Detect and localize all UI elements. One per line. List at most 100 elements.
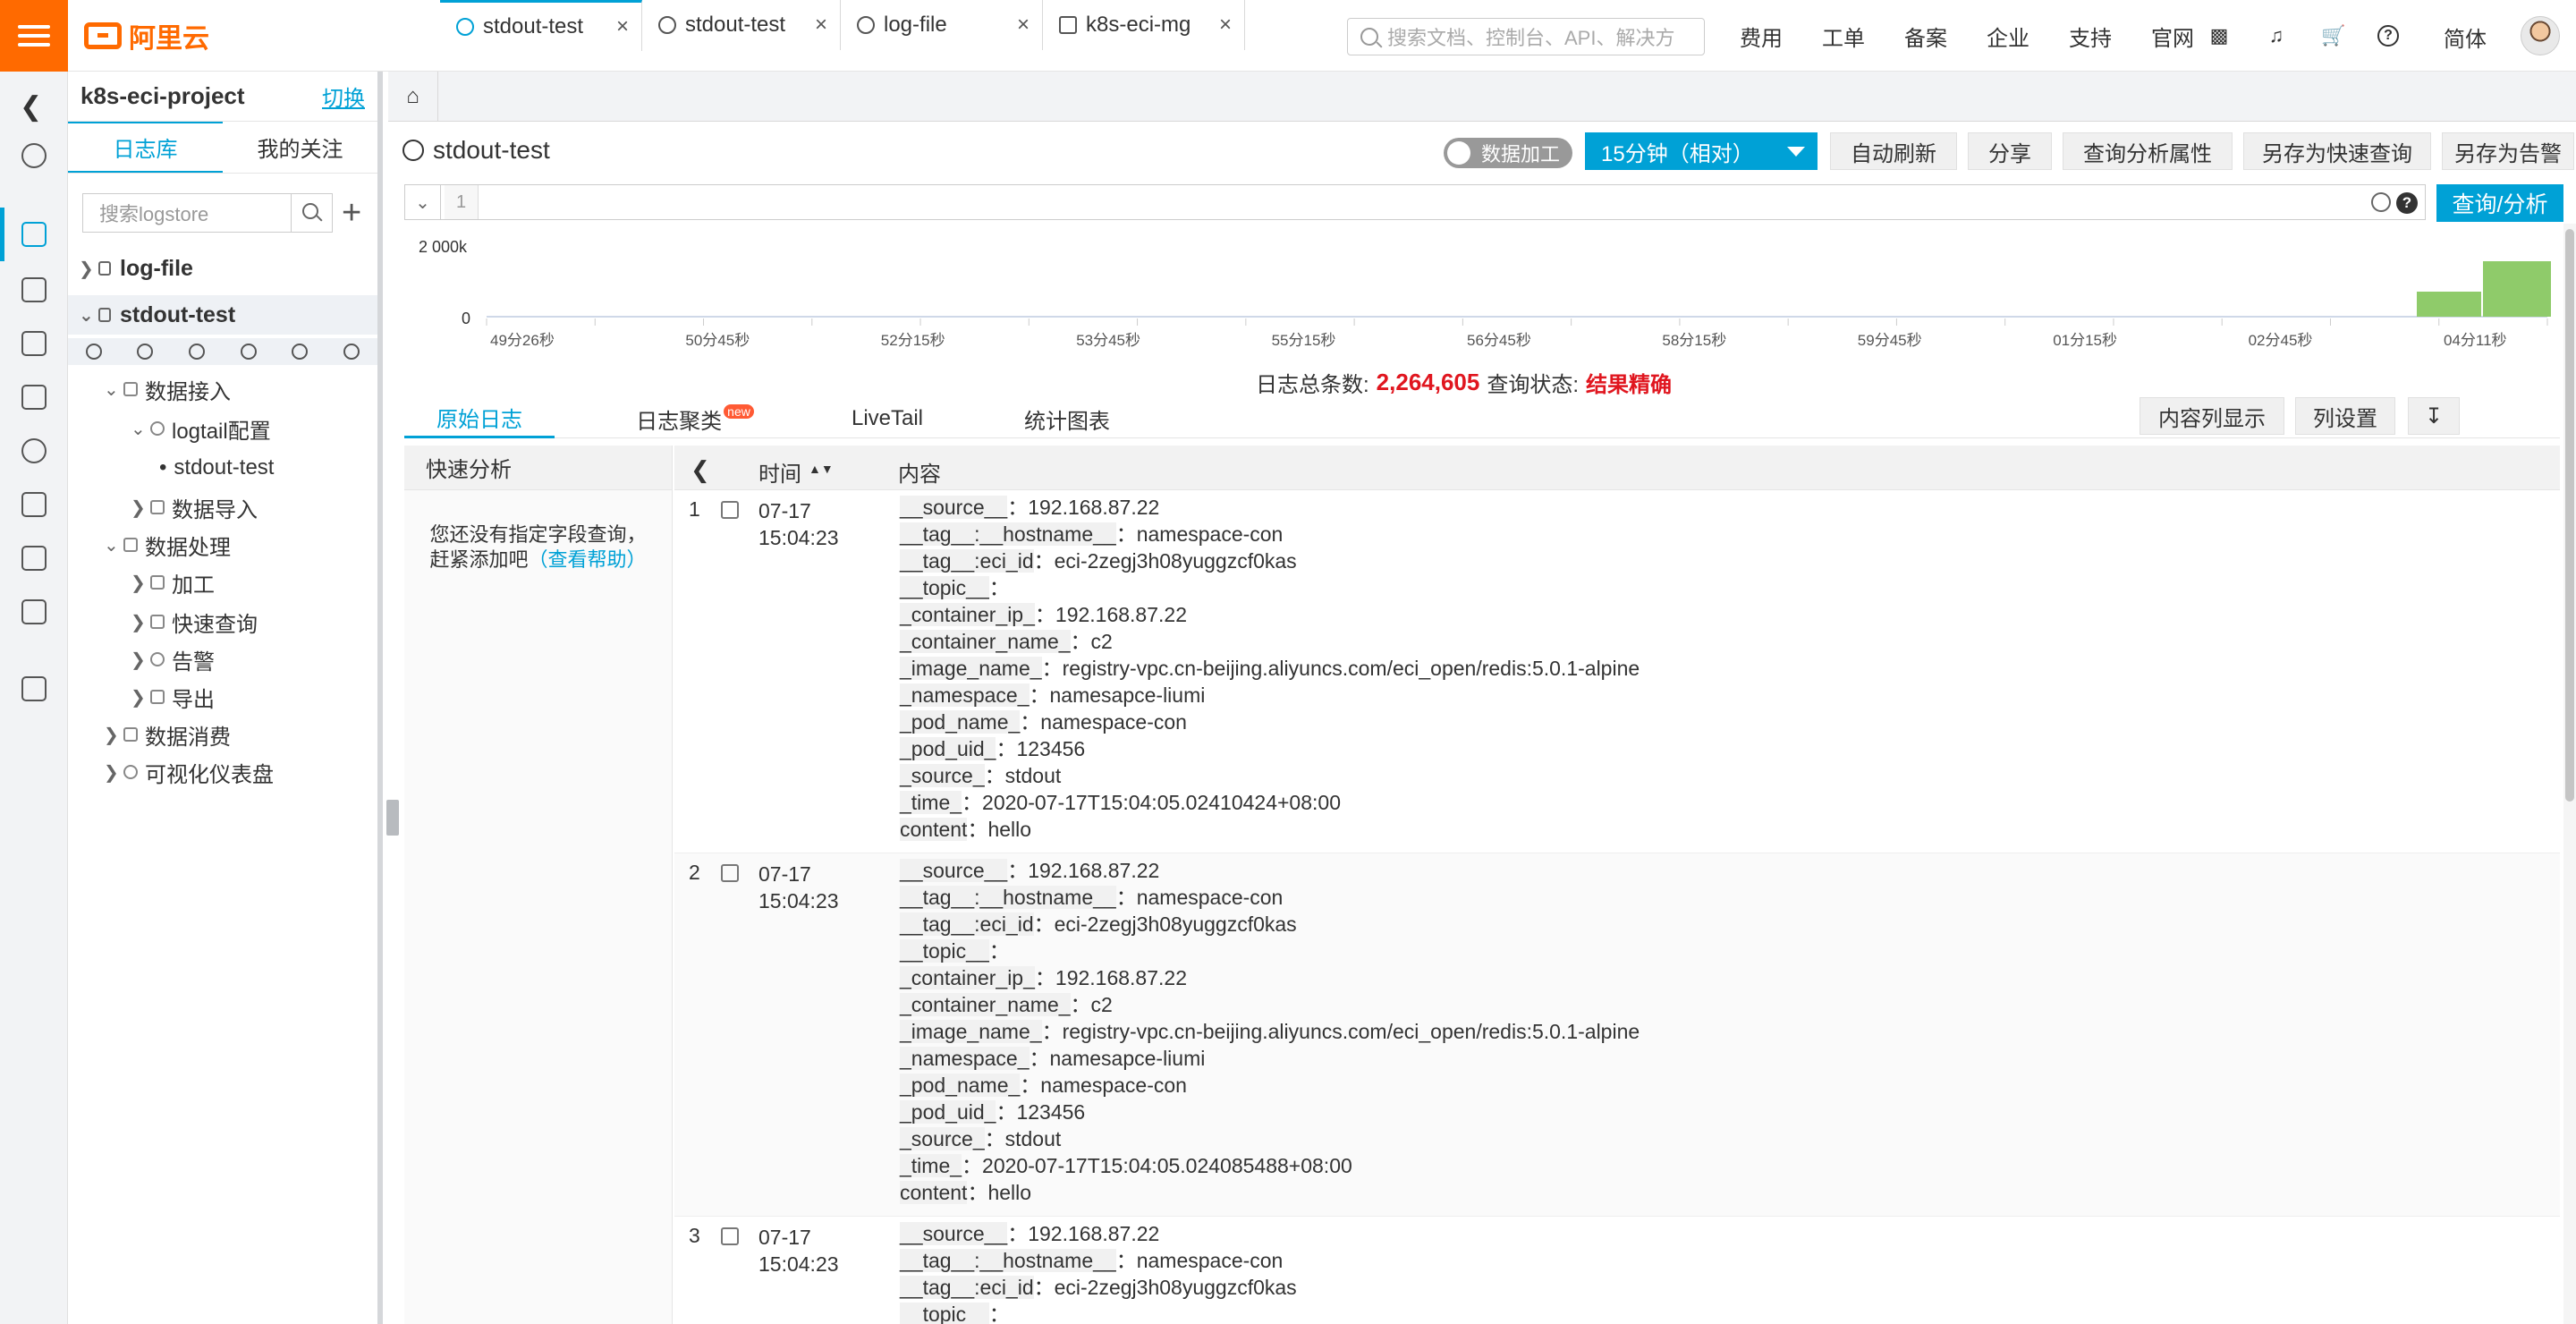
gauge-icon[interactable] bbox=[292, 344, 309, 360]
histogram-bar[interactable] bbox=[2483, 261, 2551, 317]
help-icon[interactable]: ? bbox=[2377, 25, 2399, 47]
log-field-value[interactable]: namespace-con bbox=[1137, 1249, 1284, 1272]
log-field-value[interactable]: c2 bbox=[1091, 993, 1113, 1016]
tree-item-dashboard[interactable]: ❯ 可视化仪表盘 bbox=[68, 753, 377, 791]
log-field-value[interactable]: 192.168.87.22 bbox=[1028, 1222, 1159, 1245]
tree-item-consume[interactable]: ❯ 数据消费 bbox=[68, 716, 377, 753]
log-field-value[interactable]: 192.168.87.22 bbox=[1028, 496, 1159, 519]
tree-item-processing[interactable]: ⌄ 数据处理 bbox=[68, 526, 377, 564]
column-settings-button[interactable]: 列设置 bbox=[2295, 397, 2395, 435]
logstore-icon[interactable] bbox=[21, 222, 47, 247]
tab-livetail[interactable]: LiveTail bbox=[825, 399, 950, 438]
tree-item-export[interactable]: ❯ 导出 bbox=[68, 678, 377, 716]
edit-icon[interactable] bbox=[137, 344, 154, 360]
top-nav-billing[interactable]: 费用 bbox=[1740, 21, 1783, 52]
log-field-value[interactable]: eci-2zegj3h08yuggzcf0kas bbox=[1055, 1276, 1297, 1299]
log-field-key[interactable]: _namespace_ bbox=[900, 1047, 1030, 1070]
top-nav-enterprise[interactable]: 企业 bbox=[1987, 21, 2029, 52]
top-nav-support[interactable]: 支持 bbox=[2069, 21, 2112, 52]
sort-icon[interactable]: ▲▼ bbox=[809, 462, 834, 476]
collapse-panel-icon[interactable]: ❮ bbox=[691, 456, 710, 484]
trash-icon[interactable] bbox=[343, 344, 360, 360]
download-button[interactable]: ↧ bbox=[2408, 397, 2460, 435]
log-field-key[interactable]: _namespace_ bbox=[900, 683, 1030, 707]
column-display-button[interactable]: 内容列显示 bbox=[2140, 397, 2284, 435]
context-view-icon[interactable] bbox=[721, 1227, 739, 1245]
log-field-value[interactable]: eci-2zegj3h08yuggzcf0kas bbox=[1055, 549, 1297, 573]
log-field-value[interactable]: 2020-07-17T15:04:05.02410424+08:00 bbox=[982, 791, 1341, 814]
terminal-icon[interactable]: ▩ bbox=[2206, 22, 2233, 49]
pie-chart-icon[interactable] bbox=[21, 438, 47, 463]
brand-logo[interactable]: 阿里云 bbox=[84, 16, 209, 55]
tab-logstores[interactable]: 日志库 bbox=[68, 122, 223, 173]
close-icon[interactable]: × bbox=[1017, 13, 1030, 38]
help-icon[interactable]: ? bbox=[2396, 192, 2418, 214]
log-field-key[interactable]: _pod_uid_ bbox=[900, 1100, 996, 1124]
add-logstore-button[interactable]: + bbox=[342, 193, 361, 233]
close-icon[interactable]: × bbox=[616, 14, 629, 39]
cart-icon[interactable]: 🛒 bbox=[2320, 22, 2347, 49]
scrollbar[interactable] bbox=[2563, 224, 2576, 1324]
tree-item-transform[interactable]: ❯ 加工 bbox=[68, 564, 377, 601]
log-field-value[interactable]: registry-vpc.cn-beijing.aliyuncs.com/eci… bbox=[1063, 1020, 1640, 1043]
tab-log-file[interactable]: log-file × bbox=[841, 0, 1043, 50]
log-field-value[interactable]: hello bbox=[987, 1181, 1031, 1204]
tab-stdout-test-query[interactable]: stdout-test × bbox=[440, 0, 642, 51]
log-field-key[interactable]: __tag__:__hostname__ bbox=[900, 886, 1116, 909]
log-field-key[interactable]: __tag__:eci_id bbox=[900, 549, 1034, 573]
column-header-time[interactable]: 时间 bbox=[758, 456, 801, 488]
log-field-value[interactable]: stdout bbox=[1005, 1127, 1062, 1150]
log-field-value[interactable]: namespace-con bbox=[1137, 522, 1284, 546]
log-field-key[interactable]: content bbox=[900, 818, 968, 841]
log-field-key[interactable]: __tag__:eci_id bbox=[900, 1276, 1034, 1299]
tab-favorites[interactable]: 我的关注 bbox=[223, 122, 377, 173]
log-field-value[interactable]: namesapce-liumi bbox=[1050, 1047, 1206, 1070]
logstore-search-input[interactable]: 搜索logstore bbox=[82, 193, 333, 233]
run-query-button[interactable]: 查询/分析 bbox=[2436, 184, 2563, 222]
avatar[interactable] bbox=[2521, 16, 2560, 55]
chart-line-icon[interactable] bbox=[21, 277, 47, 302]
top-nav-website[interactable]: 官网 bbox=[2151, 21, 2194, 52]
edit-doc-icon[interactable] bbox=[21, 385, 47, 410]
log-field-value[interactable]: 192.168.87.22 bbox=[1055, 966, 1187, 989]
log-field-value[interactable]: 192.168.87.22 bbox=[1055, 603, 1187, 626]
log-field-value[interactable]: eci-2zegj3h08yuggzcf0kas bbox=[1055, 912, 1297, 936]
scrollbar-thumb[interactable] bbox=[2565, 229, 2574, 802]
tree-item-quick-query[interactable]: ❯ 快速查询 bbox=[68, 603, 377, 641]
log-field-key[interactable]: _image_name_ bbox=[900, 657, 1042, 680]
auto-refresh-button[interactable]: 自动刷新 bbox=[1830, 132, 1957, 170]
top-nav-icp[interactable]: 备案 bbox=[1904, 21, 1947, 52]
list-icon[interactable] bbox=[21, 546, 47, 571]
log-field-value[interactable]: c2 bbox=[1091, 630, 1113, 653]
close-icon[interactable]: × bbox=[815, 13, 827, 38]
tab-raw-logs[interactable]: 原始日志 bbox=[404, 399, 555, 438]
log-field-value[interactable]: namespace-con bbox=[1040, 1074, 1187, 1097]
context-view-icon[interactable] bbox=[721, 864, 739, 882]
language-switch[interactable]: 简体 bbox=[2444, 21, 2487, 53]
log-field-key[interactable]: _time_ bbox=[900, 1154, 962, 1177]
log-field-value[interactable]: namesapce-liumi bbox=[1050, 683, 1206, 707]
save-quick-query-button[interactable]: 另存为快速查询 bbox=[2243, 132, 2431, 170]
home-tab[interactable]: ⌂ bbox=[388, 72, 438, 122]
log-field-key[interactable]: _container_ip_ bbox=[900, 603, 1035, 626]
log-field-key[interactable]: __source__ bbox=[900, 496, 1008, 519]
tree-item-alert[interactable]: ❯ 告警 bbox=[68, 641, 377, 678]
log-field-key[interactable]: __topic__ bbox=[900, 939, 989, 963]
log-field-key[interactable]: __source__ bbox=[900, 1222, 1008, 1245]
log-field-key[interactable]: _image_name_ bbox=[900, 1020, 1042, 1043]
global-search-input[interactable]: 搜索文档、控制台、API、解决方 bbox=[1347, 18, 1705, 55]
chevron-down-icon[interactable]: ⌄ bbox=[405, 185, 441, 219]
log-field-value[interactable]: namespace-con bbox=[1040, 710, 1187, 734]
log-field-key[interactable]: content bbox=[900, 1181, 968, 1204]
log-field-value[interactable]: registry-vpc.cn-beijing.aliyuncs.com/eci… bbox=[1063, 657, 1640, 680]
gear-icon[interactable] bbox=[2371, 192, 2391, 212]
tab-stdout-test-logtail[interactable]: stdout-test × bbox=[642, 0, 841, 50]
bell-icon[interactable]: ♫ bbox=[2263, 22, 2290, 49]
log-field-value[interactable]: 2020-07-17T15:04:05.024085488+08:00 bbox=[982, 1154, 1352, 1177]
log-field-value[interactable]: 123456 bbox=[1016, 737, 1085, 760]
tree-item-log-file[interactable]: ❯ log-file bbox=[68, 249, 377, 288]
tab-charts[interactable]: 统计图表 bbox=[1009, 399, 1125, 438]
alarm-icon[interactable] bbox=[21, 492, 47, 517]
tab-log-cluster[interactable]: 日志聚类 new bbox=[628, 399, 762, 438]
tree-item-stdout-test[interactable]: ⌄ stdout-test bbox=[68, 295, 377, 335]
